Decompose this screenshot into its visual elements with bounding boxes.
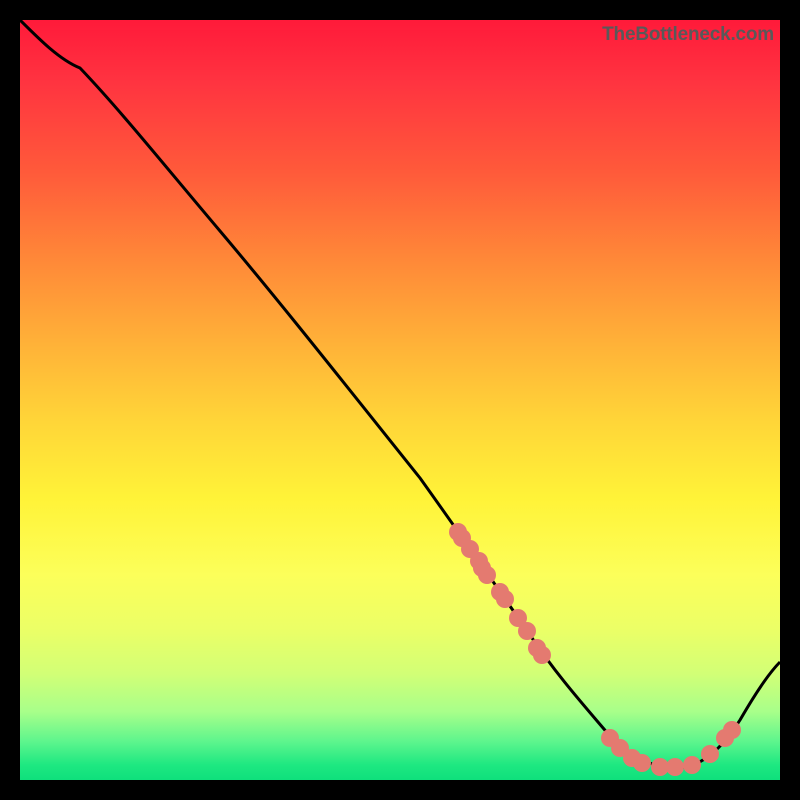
data-markers: [449, 523, 741, 776]
chart-plot-area: TheBottleneck.com: [20, 20, 780, 780]
watermark-text: TheBottleneck.com: [602, 24, 774, 46]
data-point-marker: [496, 590, 514, 608]
data-point-marker: [478, 566, 496, 584]
data-point-marker: [701, 745, 719, 763]
data-point-marker: [533, 646, 551, 664]
data-point-marker: [723, 721, 741, 739]
bottleneck-curve: [20, 20, 780, 768]
chart-svg: [20, 20, 780, 780]
data-point-marker: [666, 758, 684, 776]
data-point-marker: [683, 756, 701, 774]
data-point-marker: [518, 622, 536, 640]
data-point-marker: [633, 754, 651, 772]
